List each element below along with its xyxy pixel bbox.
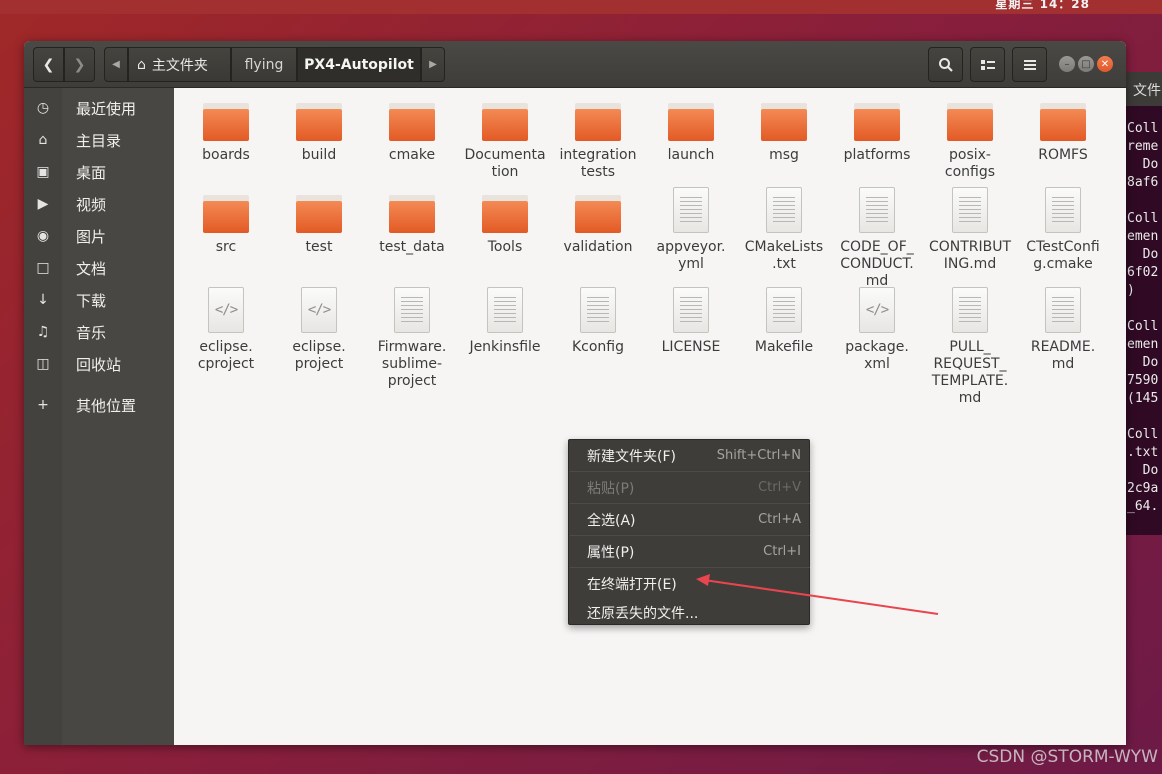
csdn-watermark: CSDN @STORM-WYW — [976, 747, 1158, 767]
annotation-arrow — [696, 574, 939, 615]
